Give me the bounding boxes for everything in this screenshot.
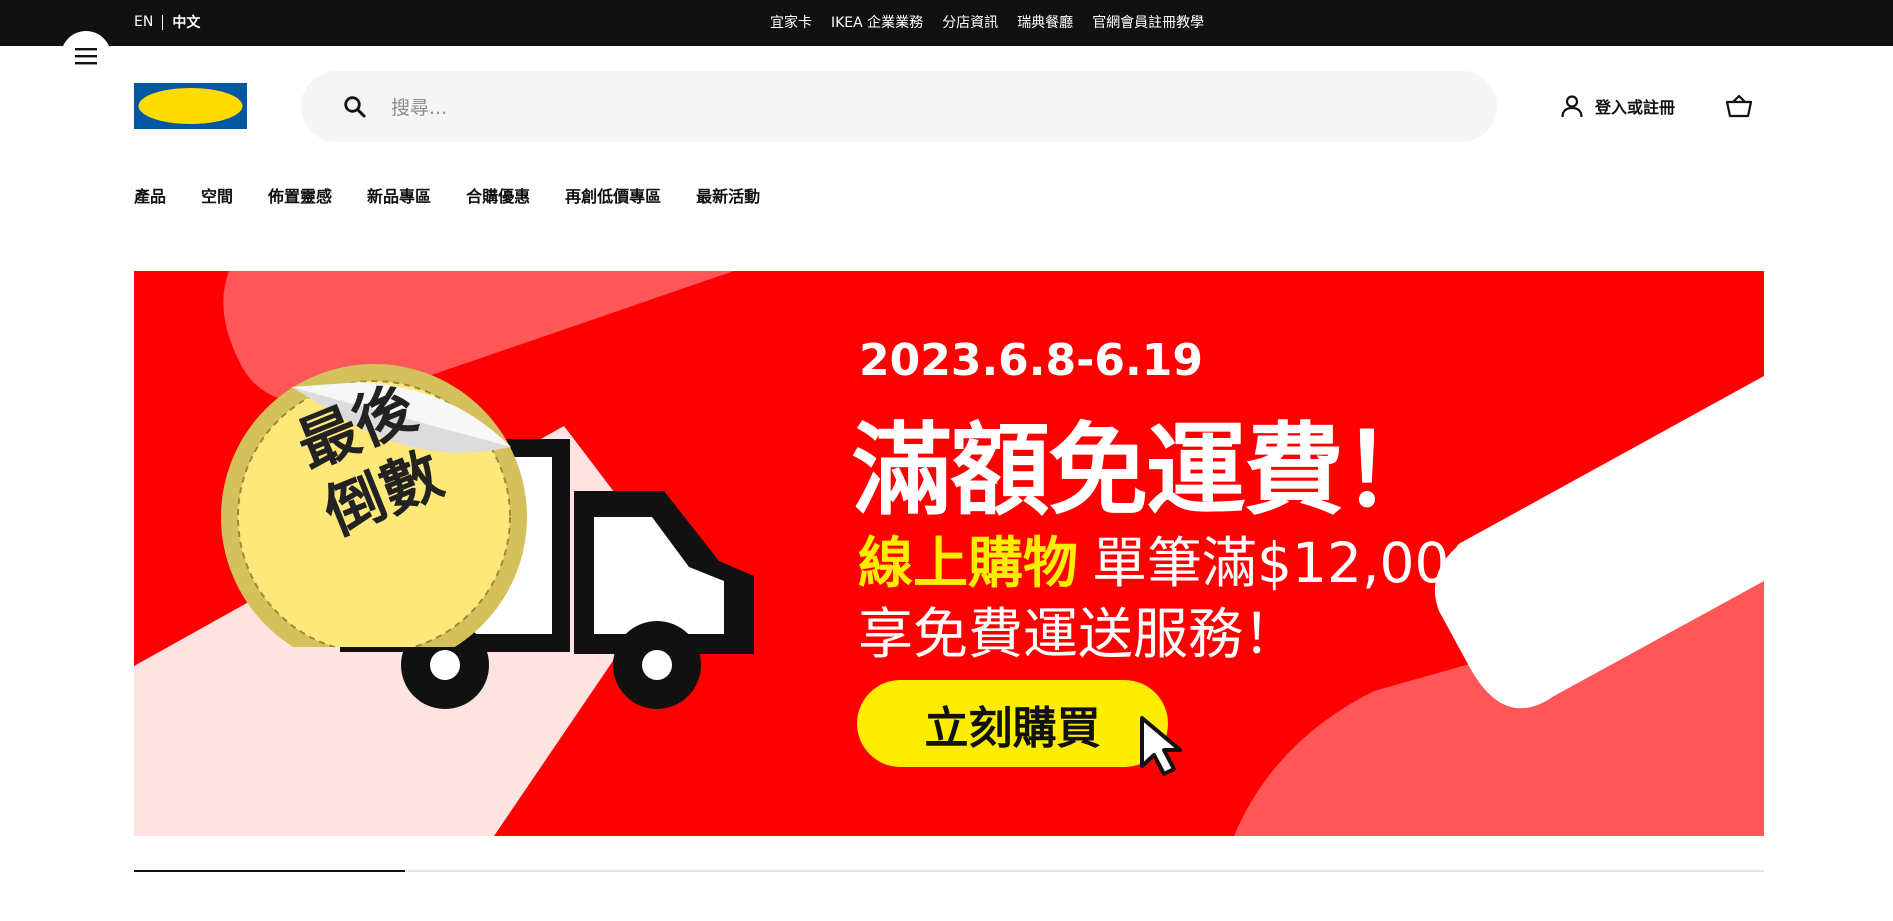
- nav-item-inspiration[interactable]: 佈置靈感: [268, 183, 332, 207]
- top-bar: EN 中文 宜家卡 IKEA 企業業務 分店資訊 瑞典餐廳 官網會員註冊教學: [0, 0, 1893, 46]
- top-link-stores[interactable]: 分店資訊: [942, 12, 998, 32]
- search-icon[interactable]: [343, 95, 367, 119]
- user-icon: [1561, 95, 1583, 118]
- search-bar: [301, 71, 1497, 142]
- language-switcher: EN 中文: [134, 12, 200, 32]
- promo-headline: 滿額免運費！: [852, 412, 1442, 529]
- nav-item-rooms[interactable]: 空間: [201, 183, 233, 207]
- lang-en-link[interactable]: EN: [134, 14, 153, 30]
- carousel-progress[interactable]: [134, 870, 1764, 872]
- nav-item-lower-price[interactable]: 再創低價專區: [565, 183, 661, 207]
- nav-item-products[interactable]: 產品: [134, 183, 166, 207]
- shopping-bag-icon: [1725, 94, 1753, 118]
- promo-date: 2023.6.8-6.19: [859, 335, 1203, 386]
- nav-item-latest-events[interactable]: 最新活動: [696, 183, 760, 207]
- lang-zh-link[interactable]: 中文: [172, 12, 200, 32]
- menu-button[interactable]: [61, 31, 111, 81]
- carousel-progress-fill: [134, 870, 405, 872]
- main-nav: 產品 空間 佈置靈感 新品專區 合購優惠 再創低價專區 最新活動: [134, 183, 760, 207]
- nav-item-new-products[interactable]: 新品專區: [367, 183, 431, 207]
- search-input[interactable]: [389, 90, 1453, 126]
- promo-banner[interactable]: 最後 倒數 2023.6.8-6.19 滿額免運費！ 線上購物 單筆滿$12,00…: [134, 271, 1764, 836]
- nav-item-bundle-offers[interactable]: 合購優惠: [466, 183, 530, 207]
- top-link-restaurant[interactable]: 瑞典餐廳: [1017, 12, 1073, 32]
- top-link-member-guide[interactable]: 官網會員註冊教學: [1092, 12, 1204, 32]
- promo-threshold: 單筆滿$12,000: [1092, 531, 1485, 595]
- top-links: 宜家卡 IKEA 企業業務 分店資訊 瑞典餐廳 官網會員註冊教學: [770, 12, 1204, 32]
- login-register-link[interactable]: 登入或註冊: [1559, 93, 1675, 119]
- promo-online-shopping: 線上購物: [858, 531, 1079, 595]
- lang-divider: [162, 14, 164, 30]
- hamburger-icon: [75, 48, 97, 65]
- promo-free-delivery: 享免費運送服務！: [858, 602, 1299, 666]
- login-label: 登入或註冊: [1595, 98, 1676, 117]
- ikea-logo[interactable]: [134, 83, 247, 129]
- top-link-business[interactable]: IKEA 企業業務: [831, 12, 923, 32]
- promo-condition: 線上購物 單筆滿$12,000: [858, 518, 1484, 598]
- cursor-arrow-icon: [1140, 716, 1182, 776]
- top-link-ikea-card[interactable]: 宜家卡: [770, 12, 812, 32]
- cart-button[interactable]: [1725, 93, 1753, 123]
- shop-now-button[interactable]: 立刻購買: [857, 680, 1168, 767]
